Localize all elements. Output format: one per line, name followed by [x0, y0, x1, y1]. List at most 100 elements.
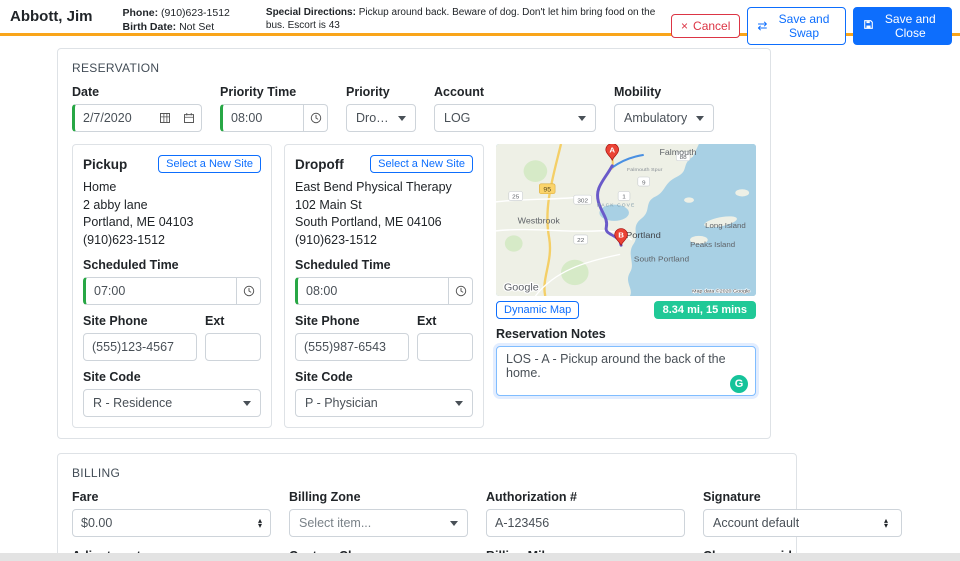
footer-strip — [0, 553, 960, 561]
dropoff-select-new-site-button[interactable]: Select a New Site — [370, 155, 473, 173]
reservation-section-title: RESERVATION — [72, 61, 160, 75]
authorization-group — [486, 509, 685, 537]
dropoff-panel: Dropoff Select a New Site East Bend Phys… — [284, 144, 484, 428]
pickup-ext-field: Ext — [205, 305, 261, 361]
pickup-site-phone-group — [83, 333, 197, 361]
signature-select[interactable]: Account default ▴ ▾ — [703, 509, 902, 537]
special-directions-label: Special Directions: — [265, 7, 356, 18]
date-field: Date — [72, 85, 202, 132]
fare-spinner[interactable]: ▴ ▾ — [250, 510, 270, 536]
google-logo[interactable]: Google — [503, 282, 540, 295]
account-label: Account — [434, 85, 484, 99]
authorization-label: Authorization # — [486, 490, 577, 504]
billing-section-title: BILLING — [72, 466, 121, 480]
reservation-notes-input[interactable]: LOS - A - Pickup around the back of the … — [496, 346, 756, 396]
pickup-address: Home 2 abby lane Portland, ME 04103 (910… — [83, 179, 261, 249]
map-label-back-cove: BACK COVE — [597, 203, 635, 209]
fare-field: Fare ▴▾ — [72, 490, 271, 537]
dropoff-ext-group — [417, 333, 473, 361]
cancel-label: Cancel — [693, 19, 731, 33]
cancel-button[interactable]: × Cancel — [671, 14, 741, 38]
date-input-group — [72, 104, 202, 132]
fare-input[interactable] — [73, 516, 250, 530]
pickup-address-line: (910)623-1512 — [83, 232, 166, 247]
signature-field: Signature Account default ▴ ▾ — [703, 490, 902, 537]
priority-value: Dropoff — [356, 111, 392, 125]
route-map[interactable]: 95 302 25 22 9 1 88 Falmouth Falmouth Sp… — [496, 144, 756, 296]
route-shield-22: 22 — [573, 234, 588, 245]
pickup-ext-input[interactable] — [206, 340, 260, 354]
clock-icon[interactable] — [448, 278, 472, 304]
dropoff-title: Dropoff — [295, 156, 344, 172]
dropoff-scheduled-time-label: Scheduled Time — [295, 258, 391, 272]
priority-field: Priority Dropoff — [346, 85, 416, 132]
pickup-site-code-value: R - Residence — [93, 396, 173, 410]
route-shield-95: 95 — [539, 183, 556, 195]
shield-label: 1 — [622, 194, 626, 201]
pickup-select-new-site-button[interactable]: Select a New Site — [158, 155, 261, 173]
priority-time-input[interactable] — [223, 111, 303, 125]
priority-time-input-group — [220, 104, 328, 132]
clock-icon[interactable] — [236, 278, 260, 304]
dropoff-scheduled-time-group — [295, 277, 473, 305]
special-directions: Special Directions: Pickup around back. … — [266, 5, 671, 32]
birthdate-value: Not Set — [179, 21, 215, 34]
shield-label: 25 — [512, 194, 520, 201]
marker-a-label: A — [609, 146, 615, 155]
billing-zone-select[interactable]: Select item... — [289, 509, 468, 537]
date-input[interactable] — [75, 111, 153, 125]
authorization-input[interactable] — [487, 516, 684, 530]
dropoff-site-phone-input[interactable] — [296, 340, 408, 354]
map-column: 95 302 25 22 9 1 88 Falmouth Falmouth Sp… — [496, 144, 756, 428]
birthdate-label: Birth Date: — [122, 21, 177, 34]
account-field: Account LOG — [434, 85, 596, 132]
dynamic-map-button[interactable]: Dynamic Map — [496, 301, 580, 319]
save-and-swap-button[interactable]: ⇄ Save and Swap — [747, 7, 846, 45]
pickup-site-code-select[interactable]: R - Residence — [83, 389, 261, 417]
dropoff-scheduled-time-input[interactable] — [298, 284, 448, 298]
map-label-portland: Portland — [626, 230, 661, 240]
map-label-falmouth-spur: Falmouth Spur — [627, 167, 663, 173]
signature-value: Account default — [713, 516, 800, 530]
shield-label: 9 — [642, 179, 646, 186]
table-icon[interactable] — [153, 105, 177, 131]
mobility-select[interactable]: Ambulatory — [614, 104, 714, 132]
grammarly-icon[interactable]: G — [730, 375, 748, 393]
pickup-ext-group — [205, 333, 261, 361]
priority-label: Priority — [346, 85, 390, 99]
shield-label: 95 — [543, 187, 551, 194]
dropoff-ext-input[interactable] — [418, 340, 472, 354]
route-shield-302: 302 — [573, 194, 592, 205]
pickup-scheduled-time-label: Scheduled Time — [83, 258, 179, 272]
save-and-close-button[interactable]: Save and Close — [852, 7, 952, 45]
dropoff-site-code-select[interactable]: P - Physician — [295, 389, 473, 417]
billing-section: BILLING Fare ▴▾ Billing Zone Select item… — [57, 453, 902, 561]
account-value: LOG — [444, 111, 471, 125]
pickup-scheduled-time-input[interactable] — [86, 284, 236, 298]
park-area — [523, 160, 548, 182]
swap-icon: ⇄ — [757, 19, 768, 33]
client-header: Abbott, Jim Phone: (910)623-1512 Birth D… — [0, 0, 960, 45]
reservation-notes-wrap: LOS - A - Pickup around the back of the … — [496, 346, 756, 401]
marker-b-label: B — [618, 231, 624, 240]
pickup-site-phone-input[interactable] — [84, 340, 196, 354]
shield-label: 302 — [577, 198, 588, 205]
client-birthdate-row: Birth Date: Not Set — [123, 20, 230, 34]
calendar-icon[interactable] — [177, 105, 201, 131]
pickup-scheduled-time-group — [83, 277, 261, 305]
header-actions: × Cancel ⇄ Save and Swap Save and Close — [671, 5, 952, 45]
client-phone-row: Phone: (910)623-1512 — [123, 6, 230, 20]
clock-icon[interactable] — [303, 105, 327, 131]
distance-badge: 8.34 mi, 15 mins — [653, 301, 756, 319]
dropoff-site-phone-label: Site Phone — [295, 314, 360, 328]
chevron-down-icon — [696, 115, 704, 121]
date-label: Date — [72, 85, 100, 99]
map-label-westbrook: Westbrook — [518, 216, 561, 226]
priority-select[interactable]: Dropoff — [346, 104, 416, 132]
pickup-ext-label: Ext — [205, 314, 225, 328]
fare-label: Fare — [72, 490, 99, 504]
save-and-close-label: Save and Close — [884, 12, 936, 40]
account-select[interactable]: LOG — [434, 104, 596, 132]
client-name: Abbott, Jim — [10, 8, 93, 25]
park-area — [504, 235, 523, 252]
